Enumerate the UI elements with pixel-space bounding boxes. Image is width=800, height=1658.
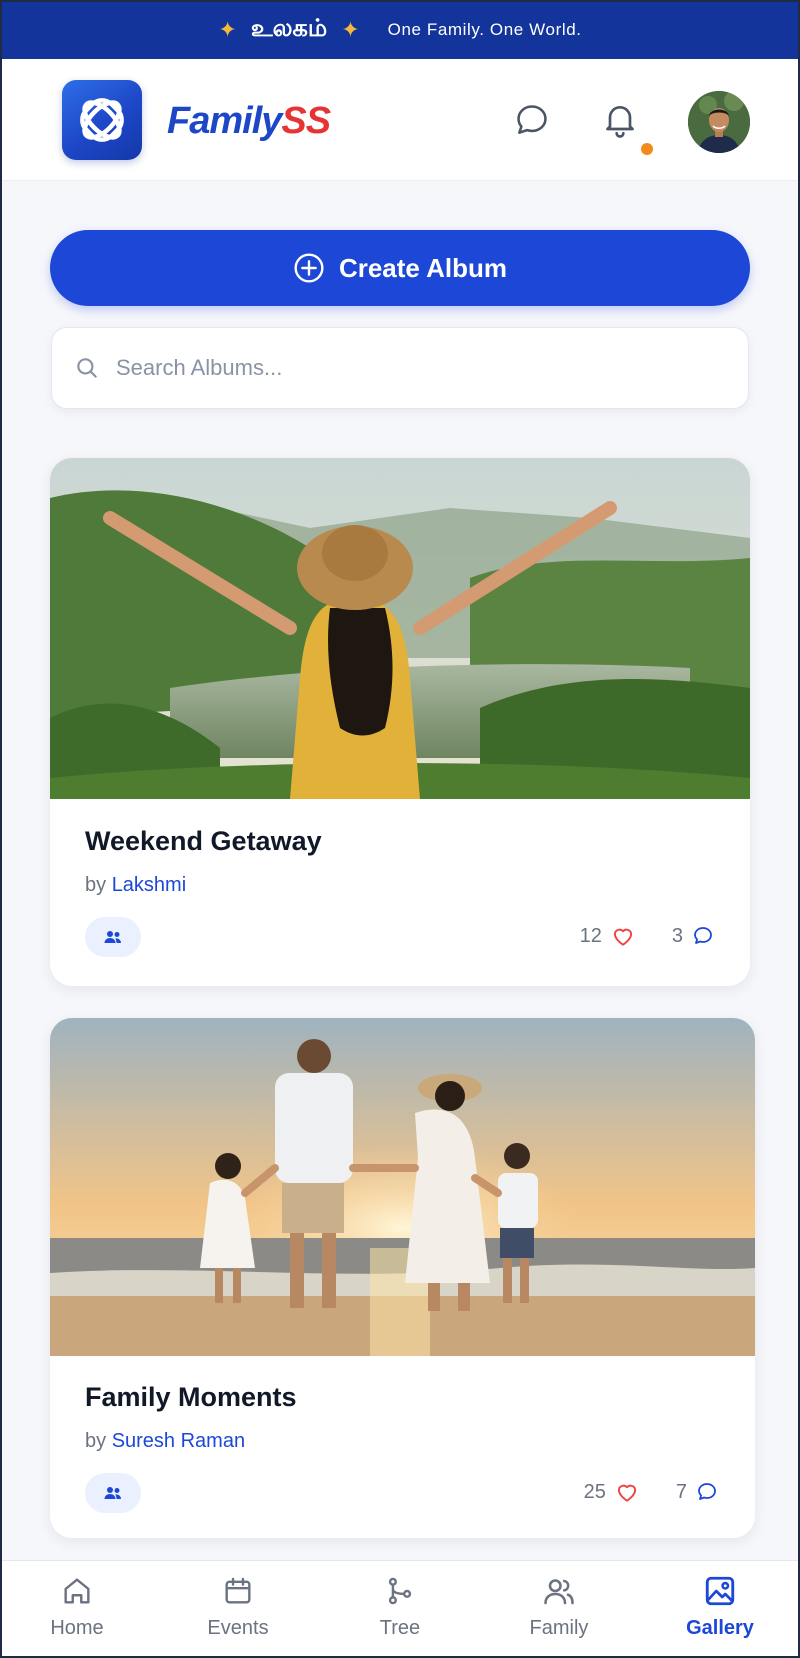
people-icon (544, 1579, 574, 1605)
album-cover-photo[interactable] (50, 458, 750, 799)
album-author[interactable]: Suresh Raman (112, 1430, 245, 1452)
album-author-line: by Suresh Raman (85, 1430, 245, 1453)
star-icon: ✦ (341, 16, 360, 42)
nav-label: Events (207, 1617, 269, 1639)
gallery-icon (705, 1576, 735, 1606)
app-header: Family SS (0, 59, 800, 181)
notifications-button[interactable] (596, 95, 644, 143)
plus-circle-icon (294, 253, 324, 283)
nav-label: Gallery (686, 1617, 754, 1639)
app-logo[interactable] (62, 80, 142, 160)
album-author-line: by Lakshmi (85, 874, 186, 897)
bell-icon (606, 106, 634, 138)
group-icon (104, 931, 121, 943)
banner-title: உலகம் (250, 14, 328, 42)
chat-icon (517, 105, 547, 134)
nav-label: Family (529, 1617, 589, 1639)
album-title: Family Moments (85, 1382, 297, 1412)
nav-label: Tree (379, 1617, 421, 1639)
create-album-label: Create Album (338, 252, 508, 283)
comments-count: 7 (675, 1480, 687, 1503)
heart-icon[interactable] (610, 923, 636, 949)
messages-button[interactable] (508, 96, 556, 144)
search-input[interactable] (116, 355, 696, 381)
avatar-image (688, 91, 750, 153)
nav-item-gallery[interactable]: Gallery (665, 1571, 775, 1651)
nav-label: Home (50, 1617, 104, 1639)
brand-name-part1: Family (167, 99, 282, 142)
comment-icon[interactable] (691, 924, 715, 948)
album-stats: 25 7 (584, 1479, 719, 1505)
search-icon (77, 358, 97, 378)
star-icon: ✦ (218, 16, 237, 42)
notification-dot (641, 143, 653, 155)
logo-knot-icon (80, 98, 124, 142)
album-card[interactable]: Weekend Getaway by Lakshmi 12 3 (50, 458, 750, 986)
album-cover-image (50, 1018, 755, 1356)
likes-count: 12 (579, 924, 602, 947)
album-by-prefix: by (85, 1430, 107, 1452)
album-cover-image (50, 458, 750, 799)
search-bar[interactable] (51, 327, 749, 409)
heart-icon[interactable] (614, 1479, 640, 1505)
comment-icon[interactable] (695, 1480, 719, 1504)
comments-count: 3 (671, 924, 683, 947)
calendar-icon (225, 1577, 251, 1604)
nav-item-home[interactable]: Home (22, 1571, 132, 1651)
nav-item-family[interactable]: Family (504, 1571, 614, 1651)
brand-name-part2: SS (281, 99, 331, 142)
bottom-nav: Home Events Tree Family Gallery (0, 1560, 800, 1658)
album-author[interactable]: Lakshmi (112, 874, 186, 896)
brand-wordmark: Family SS (167, 99, 331, 143)
shared-with-family-chip[interactable] (85, 917, 141, 957)
profile-avatar[interactable] (688, 91, 750, 153)
tree-icon (388, 1577, 412, 1605)
shared-with-family-chip[interactable] (85, 1473, 141, 1513)
create-album-button[interactable]: Create Album (50, 230, 750, 306)
album-card[interactable]: Family Moments by Suresh Raman 25 7 (50, 1018, 755, 1538)
album-by-prefix: by (85, 874, 107, 896)
album-cover-photo[interactable] (50, 1018, 755, 1356)
home-icon (64, 1578, 90, 1604)
nav-item-tree[interactable]: Tree (345, 1571, 455, 1651)
group-icon (104, 1487, 121, 1499)
album-title: Weekend Getaway (85, 826, 322, 856)
top-banner: ✦ உலகம் ✦ One Family. One World. (0, 0, 800, 59)
nav-item-events[interactable]: Events (183, 1571, 293, 1651)
likes-count: 25 (583, 1480, 606, 1503)
banner-tagline: One Family. One World. (387, 19, 582, 39)
album-stats: 12 3 (580, 923, 715, 949)
